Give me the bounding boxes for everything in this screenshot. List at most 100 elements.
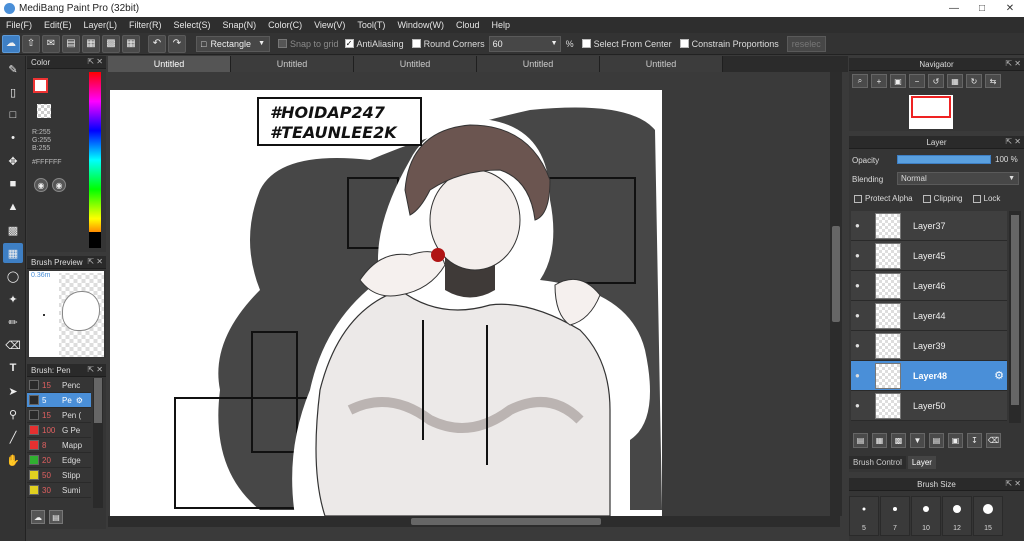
shape-select[interactable]: □ Rectangle ▼ xyxy=(196,35,270,52)
eye-icon[interactable]: ● xyxy=(855,251,865,260)
round-corners-value[interactable]: 60 ▼ xyxy=(488,35,561,52)
cloud-icon[interactable]: ☁ xyxy=(2,34,20,53)
minimize-icon[interactable]: — xyxy=(940,0,968,17)
menu-file[interactable]: File(F) xyxy=(0,17,38,33)
magic-wand-tool-icon[interactable]: ✦ xyxy=(3,289,23,309)
rotate-right-icon[interactable]: ↻ xyxy=(966,74,982,88)
menu-edit[interactable]: Edit(E) xyxy=(38,17,78,33)
hand-tool-icon[interactable]: ✋ xyxy=(3,450,23,470)
gradient-tool-icon[interactable]: ▩ xyxy=(3,220,23,240)
lock-checkbox[interactable]: Lock xyxy=(972,194,1000,203)
rectangle-tool-icon[interactable]: □ xyxy=(3,105,23,125)
transparent-color-swatch[interactable] xyxy=(37,104,51,118)
layer-row-selected[interactable]: ● Layer48 ⚙ xyxy=(851,361,1007,391)
eraser-tool-icon[interactable]: ▯ xyxy=(3,82,23,102)
rotate-left-icon[interactable]: ↺ xyxy=(928,74,944,88)
artboard[interactable]: #HOIDAP247 #TEAUNLEE2K xyxy=(110,90,662,516)
lasso-tool-icon[interactable]: ◯ xyxy=(3,266,23,286)
antialiasing-checkbox[interactable]: ✓ AntiAliasing xyxy=(344,39,404,49)
round-corners-checkbox[interactable]: Round Corners xyxy=(411,39,485,49)
brush-size-option[interactable]: 15 xyxy=(973,496,1003,536)
document-icon[interactable]: ▦ xyxy=(82,34,100,53)
eyedropper-tool-icon[interactable]: ⚲ xyxy=(3,404,23,424)
tab-untitled-2[interactable]: Untitled xyxy=(231,56,354,72)
grid-icon[interactable]: ▦ xyxy=(122,34,140,53)
scroll-thumb[interactable] xyxy=(1011,215,1019,405)
new-8bit-layer-icon[interactable]: ▩ xyxy=(891,433,906,448)
panel-float-close-icon[interactable]: ⇱ ✕ xyxy=(87,57,103,66)
palette-icon[interactable]: ◉ xyxy=(34,178,48,192)
brush-item[interactable]: 100 G Pe xyxy=(27,423,91,438)
brush-size-option[interactable]: 12 xyxy=(942,496,972,536)
zoom-out-icon[interactable]: − xyxy=(909,74,925,88)
tab-layer[interactable]: Layer xyxy=(907,456,936,469)
close-icon[interactable]: ✕ xyxy=(996,0,1024,17)
maximize-icon[interactable]: □ xyxy=(968,0,996,17)
page-icon[interactable]: ▤ xyxy=(62,34,80,53)
divide-tool-icon[interactable]: ╱ xyxy=(3,427,23,447)
brush-size-option[interactable]: 5 xyxy=(849,496,879,536)
merge-down-icon[interactable]: ↧ xyxy=(967,433,982,448)
canvas-vertical-scrollbar[interactable] xyxy=(830,72,842,516)
comment-icon[interactable]: ✉ xyxy=(42,34,60,53)
canvas-horizontal-scrollbar[interactable] xyxy=(108,516,840,527)
eye-icon[interactable]: ● xyxy=(855,221,865,230)
navigator-thumbnail[interactable] xyxy=(909,95,953,129)
gear-icon[interactable]: ⚙ xyxy=(994,369,1004,382)
scroll-thumb[interactable] xyxy=(94,378,102,423)
tab-untitled-4[interactable]: Untitled xyxy=(477,56,600,72)
brush-size-option[interactable]: 10 xyxy=(911,496,941,536)
color-mix-icon[interactable]: ◉ xyxy=(52,178,66,192)
opacity-slider[interactable] xyxy=(897,155,991,164)
menu-color[interactable]: Color(C) xyxy=(262,17,308,33)
bucket-tool-icon[interactable]: ▲ xyxy=(3,197,23,217)
eye-icon[interactable]: ● xyxy=(855,281,865,290)
panel-float-close-icon[interactable]: ⇱ ✕ xyxy=(1005,137,1021,146)
menu-filter[interactable]: Filter(R) xyxy=(123,17,168,33)
redo-icon[interactable]: ↷ xyxy=(168,34,186,53)
add-brush-icon[interactable]: ☁ xyxy=(31,510,45,524)
eye-icon[interactable]: ● xyxy=(855,311,865,320)
text-tool-icon[interactable]: T xyxy=(3,358,23,378)
panel-float-close-icon[interactable]: ⇱ ✕ xyxy=(87,365,103,374)
foreground-color-swatch[interactable] xyxy=(33,78,48,93)
brush-item-selected[interactable]: 5 Pe ⚙ xyxy=(27,393,91,408)
delete-layer-icon[interactable]: ⌫ xyxy=(986,433,1001,448)
fill-shape-tool-icon[interactable]: ■ xyxy=(3,174,23,194)
reselect-button[interactable]: reselec xyxy=(786,35,826,52)
brush-item[interactable]: 30 Sumi xyxy=(27,483,91,498)
brush-list-scrollbar[interactable] xyxy=(93,378,103,508)
zoom-in-icon[interactable]: + xyxy=(871,74,887,88)
select-from-center-checkbox[interactable]: Select From Center xyxy=(581,39,672,49)
layer-row[interactable]: ● Layer39 xyxy=(851,331,1007,361)
snap-to-grid-checkbox[interactable]: Snap to grid xyxy=(278,39,339,49)
dot-tool-icon[interactable]: • xyxy=(3,128,23,148)
brush-tool-icon[interactable]: ✎ xyxy=(3,59,23,79)
brush-page-icon[interactable]: ▤ xyxy=(49,510,63,524)
brush-item[interactable]: 8 Mapp xyxy=(27,438,91,453)
tab-untitled-5[interactable]: Untitled xyxy=(600,56,723,72)
layer-row[interactable]: ● Layer37 xyxy=(851,211,1007,241)
layer-row[interactable]: ● Layer50 xyxy=(851,391,1007,421)
menu-layer[interactable]: Layer(L) xyxy=(78,17,124,33)
navigator-viewport-frame[interactable] xyxy=(911,96,951,118)
scroll-thumb[interactable] xyxy=(411,518,601,525)
undo-icon[interactable]: ↶ xyxy=(148,34,166,53)
panel-float-close-icon[interactable]: ⇱ ✕ xyxy=(1005,59,1021,68)
new-layer-icon[interactable]: ▤ xyxy=(853,433,868,448)
hue-slider[interactable] xyxy=(89,72,101,248)
brush-size-option[interactable]: 7 xyxy=(880,496,910,536)
tab-untitled-1[interactable]: Untitled xyxy=(108,56,231,72)
layer-list-scrollbar[interactable] xyxy=(1009,211,1021,423)
brush-item[interactable]: 20 Edge xyxy=(27,453,91,468)
duplicate-layer-icon[interactable]: ▣ xyxy=(948,433,963,448)
share-icon[interactable]: ⇧ xyxy=(22,34,40,53)
select-pen-tool-icon[interactable]: ✏ xyxy=(3,312,23,332)
move-tool-icon[interactable]: ✥ xyxy=(3,151,23,171)
folder-icon[interactable]: ▤ xyxy=(929,433,944,448)
layer-row[interactable]: ● Layer45 xyxy=(851,241,1007,271)
tab-brush-control[interactable]: Brush Control xyxy=(849,456,906,469)
menu-window[interactable]: Window(W) xyxy=(391,17,450,33)
select-tool-icon[interactable]: ▦ xyxy=(3,243,23,263)
eye-icon[interactable]: ● xyxy=(855,401,865,410)
